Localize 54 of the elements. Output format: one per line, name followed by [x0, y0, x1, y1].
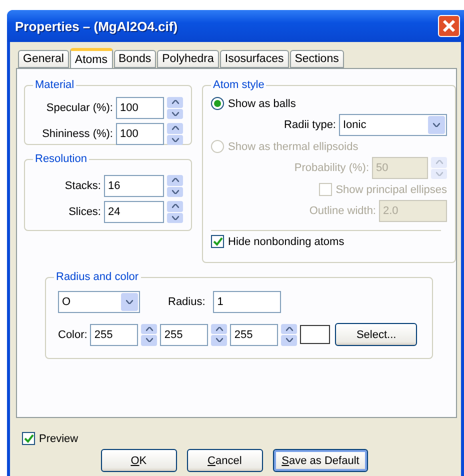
tab[interactable]: Polyhedra	[157, 50, 219, 68]
field-label: Radius:	[168, 296, 206, 308]
field-label: Probability (%):	[294, 162, 369, 174]
color-component-field[interactable]: 255	[90, 324, 138, 346]
tab[interactable]: Isosurfaces	[220, 50, 289, 68]
checkbox[interactable]	[22, 432, 35, 445]
spin-buttons[interactable]	[141, 324, 158, 346]
radii-type-dropdown[interactable]: Ionic	[339, 114, 447, 136]
close-icon	[442, 19, 456, 33]
checkbox-label: Hide nonbonding atoms	[228, 236, 344, 248]
field-label: Slices:	[68, 206, 101, 218]
dialog-button[interactable]: Save as Default	[272, 449, 368, 472]
group-title: Resolution	[34, 153, 88, 165]
group-title: Radius and color	[55, 271, 140, 283]
checkbox-label: Show principal ellipses	[336, 184, 447, 196]
tab[interactable]: General	[18, 50, 69, 68]
radius-field[interactable]: 1	[213, 291, 282, 313]
element-dropdown[interactable]: O	[58, 291, 140, 313]
field-label: Outline width:	[309, 205, 376, 217]
field-label: Radii type:	[284, 119, 336, 131]
field-label: Stacks:	[64, 180, 101, 192]
window-title: Properties – (MgAl2O4.cif)	[15, 18, 178, 34]
checkbox[interactable]	[211, 235, 224, 248]
option-label: Show as balls	[228, 98, 296, 110]
group-title: Atom style	[212, 79, 266, 91]
color-swatch	[300, 325, 330, 344]
number-field[interactable]: 16	[104, 175, 164, 197]
field-label: Specular (%):	[46, 102, 113, 114]
field-label: Color:	[58, 328, 88, 340]
field-label: Shininess (%):	[42, 128, 113, 140]
spin-buttons[interactable]	[167, 201, 183, 223]
spin-buttons[interactable]	[167, 175, 183, 197]
number-field[interactable]: 24	[104, 201, 164, 223]
select-button[interactable]: Select...	[335, 323, 418, 346]
color-component-field[interactable]: 255	[230, 324, 278, 346]
number-field[interactable]: 100	[116, 97, 164, 119]
spin-buttons[interactable]	[281, 324, 298, 346]
tab[interactable]: Atoms	[70, 48, 113, 68]
checkmark-icon	[212, 237, 222, 246]
group-title: Material	[34, 79, 76, 91]
color-component-field[interactable]: 255	[160, 324, 208, 346]
close-button[interactable]	[438, 15, 460, 37]
radio-button[interactable]	[211, 97, 224, 110]
tab[interactable]: Bonds	[114, 50, 156, 68]
spin-buttons[interactable]	[167, 97, 183, 119]
spin-buttons[interactable]	[167, 123, 183, 145]
tab[interactable]: Sections	[290, 50, 344, 68]
number-field[interactable]: 100	[116, 123, 164, 145]
dialog-button[interactable]: OK	[100, 449, 177, 472]
dialog-button[interactable]: Cancel	[186, 449, 263, 472]
option-label: Show as thermal ellipsoids	[228, 140, 358, 152]
spin-buttons[interactable]	[211, 324, 228, 346]
checkbox-label: Preview	[39, 432, 78, 444]
checkmark-icon	[24, 434, 34, 443]
